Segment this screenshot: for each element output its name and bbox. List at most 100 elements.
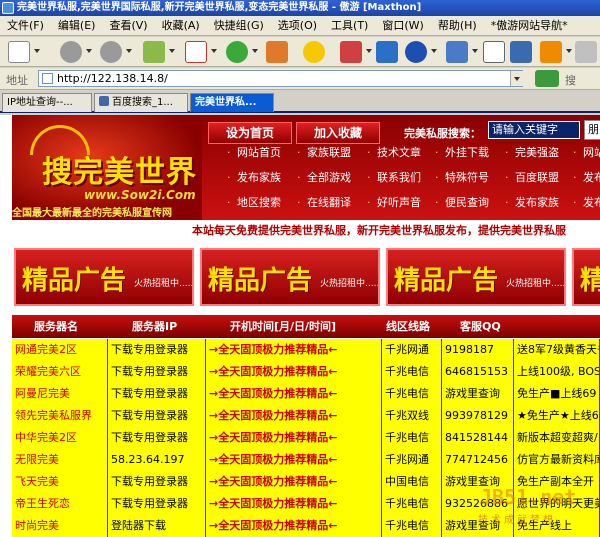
sidebar-icon[interactable] [510,41,532,63]
nav-link[interactable]: 特殊符号 [445,168,489,188]
server-ip-cell[interactable]: 下载专用登录器 [108,471,206,493]
translate-dropdown-icon[interactable] [366,49,372,53]
web-content: 搜完美世界 www.Sow2i.Com 全国最大最新最全的完美私服宣传网 设为首… [0,115,600,537]
up-icon[interactable] [143,41,165,63]
menu-edit[interactable]: 编辑(E) [51,16,103,35]
panel-icon[interactable] [446,41,468,63]
nav-link[interactable]: 发布家族 [515,193,559,213]
table-row[interactable]: 领先完美私服界 下载专用登录器 →全天固顶极力推荐精品← 千兆双线 993978129 ★… [12,405,600,427]
menu-window[interactable]: 窗口(W) [375,16,430,35]
nav-link[interactable]: 外挂下载 [445,143,489,163]
stop-icon[interactable] [185,41,207,63]
refresh-icon[interactable] [226,41,248,63]
site-header: 搜完美世界 www.Sow2i.Com 全国最大最新最全的完美私服宣传网 设为首… [12,115,600,220]
url-input[interactable]: http://122.138.14.8/ [38,70,523,87]
nav-link[interactable]: 技术文章 [377,143,421,163]
translate-icon[interactable] [340,41,362,63]
col-header-server-ip: 服务器IP [132,320,178,333]
menu-file[interactable]: 文件(F) [0,16,51,35]
tab-perfect-world[interactable]: 完美世界私... [190,93,274,112]
new-page-dropdown-icon[interactable] [34,49,40,53]
server-ip-cell[interactable]: 下载专用登录器 [108,493,206,515]
back-dropdown-icon[interactable] [86,49,92,53]
server-ip-cell[interactable]: 下载专用登录器 [108,405,206,427]
set-home-button[interactable]: 设为首页 [208,122,292,144]
table-row[interactable]: 中华完美2区 下载专用登录器 →全天固顶极力推荐精品← 千兆电信 841528144 新版… [12,427,600,449]
up-dropdown-icon[interactable] [169,49,175,53]
window-icon[interactable] [376,41,398,63]
server-ip-cell[interactable]: 58.23.64.197 [108,449,206,471]
server-name-cell[interactable]: 网通完美2区 [12,339,108,361]
nav-link[interactable]: 发布家族 [237,168,281,188]
rss-icon[interactable] [540,41,562,63]
menu-site-nav[interactable]: *傲游网站导航* [484,16,575,35]
nav-link[interactable]: 网站首页 [237,143,281,163]
go-button[interactable] [535,70,559,87]
line-cell: 千兆双线 [382,405,442,427]
server-ip-cell[interactable]: 下载专用登录器 [108,427,206,449]
ad-banner[interactable]: 精品广告 火热招租中...... [14,248,194,306]
nav-link[interactable]: 好听声音 [377,193,421,213]
server-ip-cell[interactable]: 下载专用登录器 [108,383,206,405]
menu-tools[interactable]: 工具(T) [324,16,375,35]
tab-baidu-search[interactable]: 百度搜索_1... [94,93,188,112]
server-name-cell[interactable]: 无限完美 [12,449,108,471]
server-name-cell[interactable]: 飞天完美 [12,471,108,493]
menu-help[interactable]: 帮助(H) [431,16,484,35]
home-icon[interactable] [266,41,288,63]
rss-dropdown-icon[interactable] [566,49,572,53]
table-row[interactable]: 荣耀完美六区 下载专用登录器 →全天固顶极力推荐精品← 千兆电信 646815153 上线… [12,361,600,383]
undo-dropdown-icon[interactable] [431,49,437,53]
back-icon[interactable] [60,41,82,63]
menu-options[interactable]: 选项(O) [271,16,324,35]
menu-view[interactable]: 查看(V) [102,16,154,35]
server-name-cell[interactable]: 时尚完美 [12,515,108,537]
url-dropdown-icon[interactable] [510,71,523,86]
ad-banner[interactable]: 精品广告 火热招租中...... [386,248,566,306]
server-ip-cell[interactable]: 下载专用登录器 [108,339,206,361]
nav-link[interactable]: 便民查询 [445,193,489,213]
tab-ip-lookup[interactable]: IP地址查询--... [2,93,92,112]
nav-link[interactable]: 发布 [583,193,600,213]
new-page-icon[interactable] [8,41,30,63]
more-tools-icon[interactable] [575,41,597,63]
table-row[interactable]: 网通完美2区 下载专用登录器 →全天固顶极力推荐精品← 千兆网通 9198187 送8军7… [12,339,600,361]
undo-icon[interactable] [405,41,427,63]
menu-favorites[interactable]: 收藏(A) [155,16,207,35]
tab-label: 完美世界私... [195,97,257,108]
server-ip-cell[interactable]: 下载专用登录器 [108,361,206,383]
site-search-button[interactable]: 朋 [584,120,600,140]
favorites-star-icon[interactable] [303,41,325,63]
forward-icon[interactable] [100,41,122,63]
server-name-cell[interactable]: 帝王生死恋 [12,493,108,515]
nav-link[interactable]: 在线翻译 [307,193,351,213]
add-favorite-button[interactable]: 加入收藏 [296,122,380,144]
col-header-line: 线区线路 [386,320,430,333]
ad-banner[interactable]: 精品广告 火热招租中...... [200,248,380,306]
server-name-cell[interactable]: 中华完美2区 [12,427,108,449]
server-name-cell[interactable]: 阿曼尼完美 [12,383,108,405]
site-logo[interactable]: 搜完美世界 www.Sow2i.Com 全国最大最新最全的完美私服宣传网 [12,115,202,220]
menu-groups[interactable]: 快捷组(G) [207,16,271,35]
panel-dropdown-icon[interactable] [472,49,478,53]
table-row[interactable]: 阿曼尼完美 下载专用登录器 →全天固顶极力推荐精品← 千兆电信 游戏里查询 免生产■上线6… [12,383,600,405]
refresh-dropdown-icon[interactable] [252,49,258,53]
table-row[interactable]: 无限完美 58.23.64.197 →全天固顶极力推荐精品← 千兆网通 77471245… [12,449,600,471]
stop-dropdown-icon[interactable] [211,49,217,53]
nav-link[interactable]: 地区搜索 [237,193,281,213]
nav-link[interactable]: 发布 [583,168,600,188]
ad-banner[interactable]: 精 [572,248,600,306]
forward-dropdown-icon[interactable] [126,49,132,53]
col-header-open-time: 开机时间[月/日/时间] [230,320,337,333]
nav-link[interactable]: 网站 [583,143,600,163]
nav-link[interactable]: 全部游戏 [307,168,351,188]
site-search-input[interactable]: 请输入关键字 [488,121,580,139]
server-name-cell[interactable]: 领先完美私服界 [12,405,108,427]
list-icon[interactable] [483,41,505,63]
server-name-cell[interactable]: 荣耀完美六区 [12,361,108,383]
nav-link[interactable]: 完美强盗 [515,143,559,163]
nav-link[interactable]: 百度联盟 [515,168,559,188]
nav-link[interactable]: 联系我们 [377,168,421,188]
nav-link[interactable]: 家族联盟 [307,143,351,163]
server-ip-cell[interactable]: 登陆器下载 [108,515,206,537]
